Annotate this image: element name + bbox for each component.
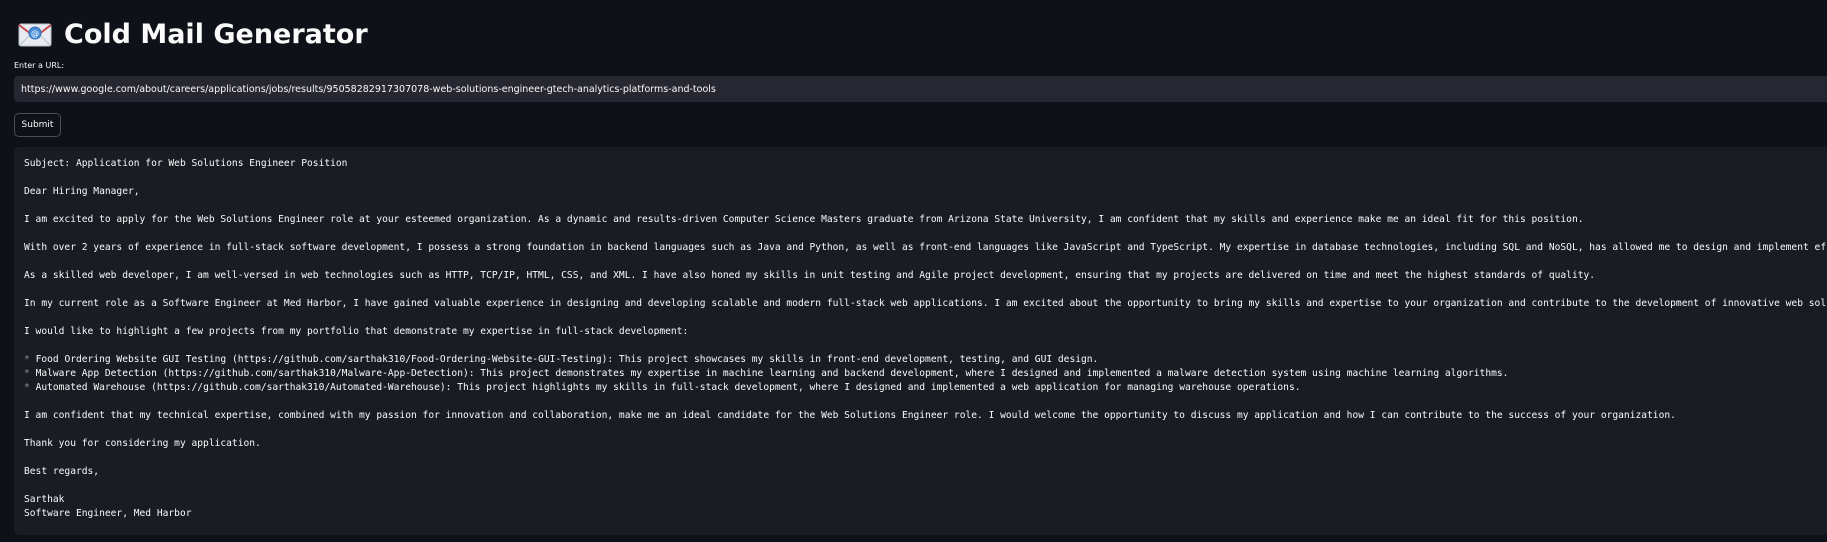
sender-name: Sarthak	[24, 494, 65, 505]
bullet-marker: *	[24, 354, 30, 365]
project-text: Food Ordering Website GUI Testing (https…	[35, 354, 1099, 365]
svg-text:@: @	[31, 29, 39, 38]
project-text: Malware App Detection (https://github.co…	[35, 368, 1509, 379]
envelope-icon: @	[18, 23, 52, 47]
generated-email-block: Subject: Application for Web Solutions E…	[14, 147, 1827, 535]
email-paragraph: I am excited to apply for the Web Soluti…	[24, 214, 1584, 225]
email-paragraph: With over 2 years of experience in full-…	[24, 242, 1827, 253]
page-header: @ Cold Mail Generator	[18, 14, 368, 54]
url-input[interactable]	[14, 76, 1827, 102]
email-paragraph: As a skilled web developer, I am well-ve…	[24, 270, 1596, 281]
email-closing-paragraph: I am confident that my technical experti…	[24, 410, 1676, 421]
app-root: @ Cold Mail Generator Enter a URL: Submi…	[0, 0, 1827, 542]
url-field-label: Enter a URL:	[14, 61, 65, 70]
project-list-item: * Automated Warehouse (https://github.co…	[24, 381, 1817, 395]
sender-title: Software Engineer, Med Harbor	[24, 508, 192, 519]
project-list-item: * Food Ordering Website GUI Testing (htt…	[24, 353, 1817, 367]
email-signoff: Best regards,	[24, 466, 100, 477]
bullet-marker: *	[24, 382, 30, 393]
email-paragraph: I would like to highlight a few projects…	[24, 326, 689, 337]
page-title: Cold Mail Generator	[64, 18, 368, 50]
email-paragraph: In my current role as a Software Enginee…	[24, 298, 1827, 309]
email-subject: Subject: Application for Web Solutions E…	[24, 158, 348, 169]
submit-button[interactable]: Submit	[14, 113, 61, 137]
email-greeting: Dear Hiring Manager,	[24, 186, 140, 197]
project-text: Automated Warehouse (https://github.com/…	[35, 382, 1301, 393]
bullet-marker: *	[24, 368, 30, 379]
project-list-item: * Malware App Detection (https://github.…	[24, 367, 1817, 381]
email-thanks: Thank you for considering my application…	[24, 438, 261, 449]
